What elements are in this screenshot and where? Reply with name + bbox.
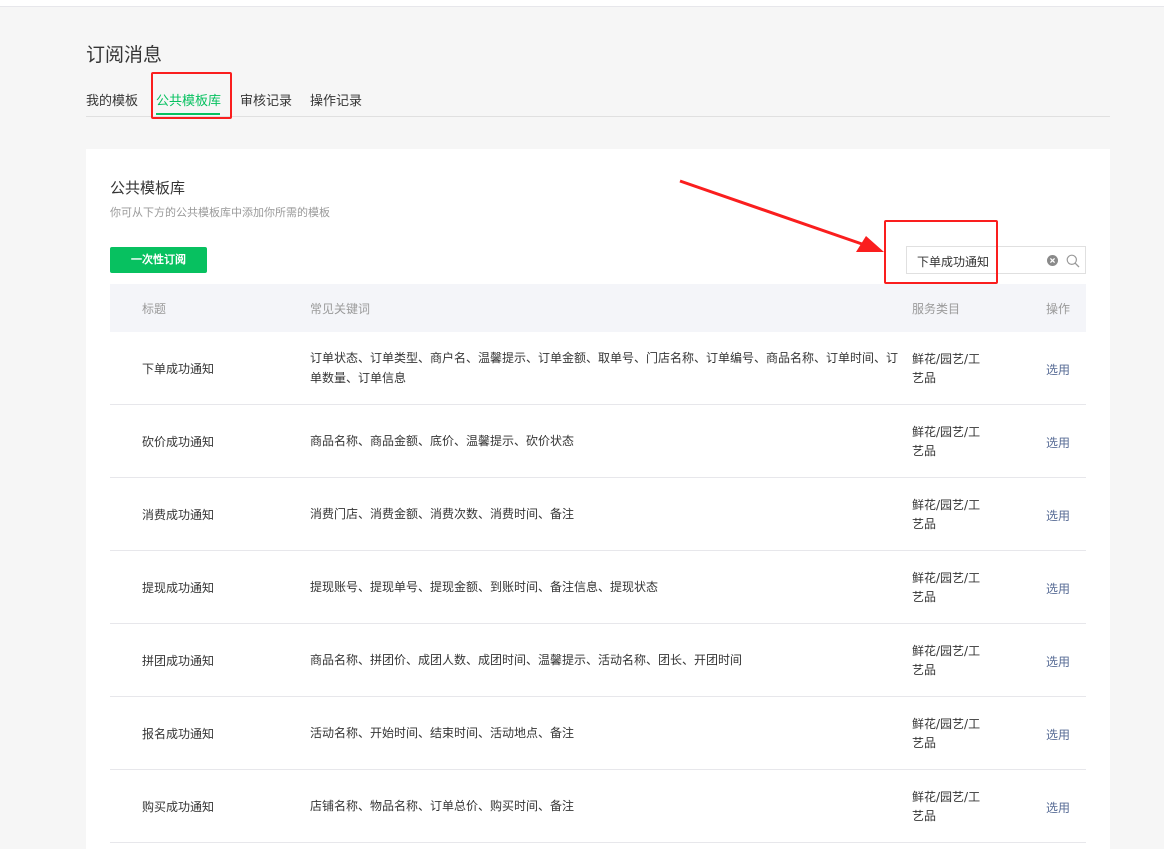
annotation-arrow bbox=[679, 179, 884, 252]
